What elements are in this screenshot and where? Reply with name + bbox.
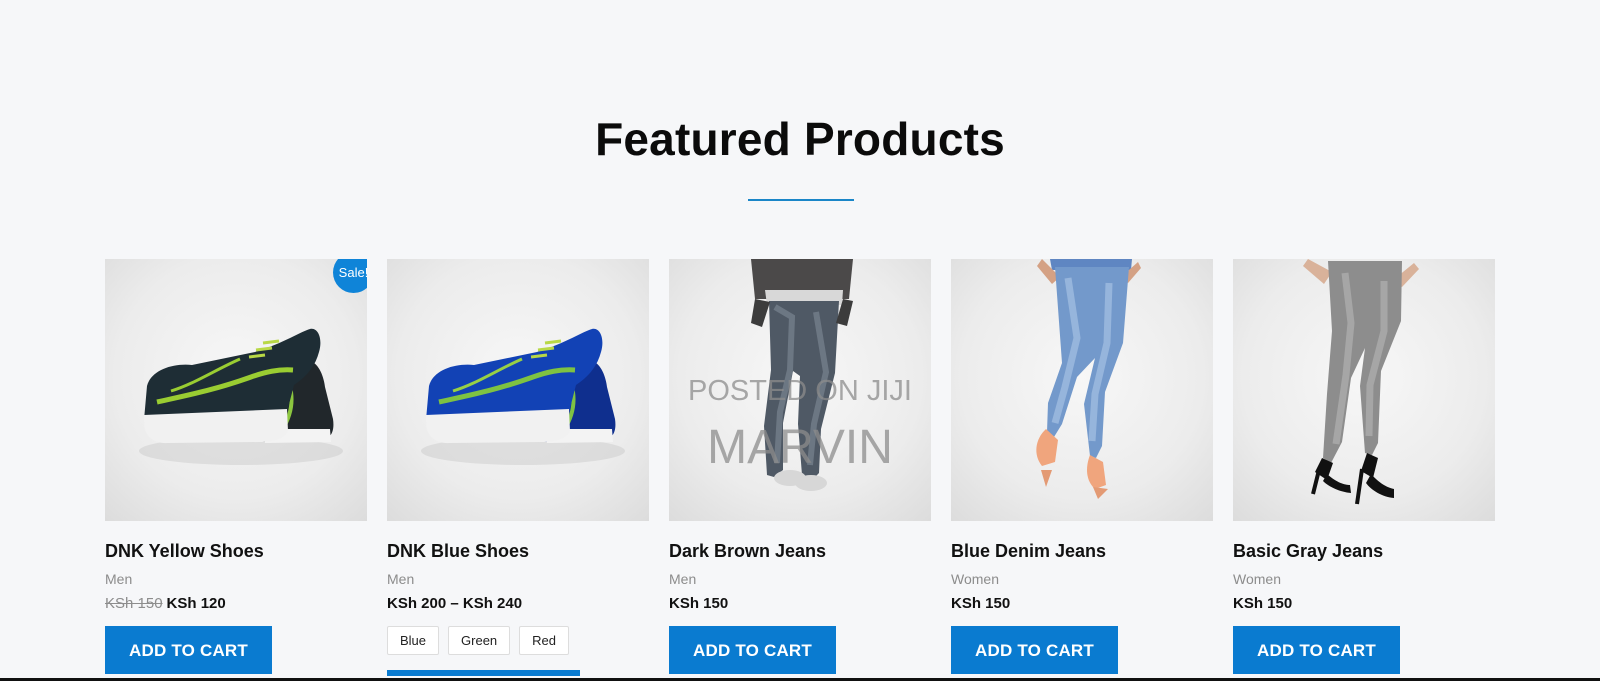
product-image-blue-denim-jeans[interactable] bbox=[951, 259, 1213, 521]
product-price: KSh 200 – KSh 240 bbox=[387, 595, 523, 612]
product-price: KSh 150 bbox=[1233, 595, 1293, 612]
product-card-dnk-blue-shoes: DNK Blue Shoes Men KSh 200 – KSh 240 Blu… bbox=[387, 259, 649, 676]
featured-products-title: Featured Products bbox=[595, 113, 1005, 165]
old-price: KSh 150 bbox=[105, 595, 163, 612]
title-underline bbox=[748, 199, 854, 201]
product-image-basic-gray-jeans[interactable] bbox=[1233, 259, 1495, 521]
product-image-dnk-blue-shoes[interactable] bbox=[387, 259, 649, 521]
jeans-image bbox=[1303, 259, 1419, 505]
shoe-image bbox=[421, 328, 625, 465]
swatch-red[interactable]: Red bbox=[519, 626, 570, 655]
product-name[interactable]: Dark Brown Jeans bbox=[669, 541, 931, 562]
add-to-cart-button[interactable]: ADD TO CART bbox=[951, 626, 1118, 674]
product-card-dnk-yellow-shoes: Sale! DNK Yellow Shoes Men KSh 150 KSh 12… bbox=[105, 259, 367, 674]
product-image-dark-brown-jeans[interactable]: POSTED ON JIJI MARVIN bbox=[669, 259, 931, 521]
product-card-dark-brown-jeans: POSTED ON JIJI MARVIN Dark Brown Jeans M… bbox=[669, 259, 931, 674]
product-category[interactable]: Men bbox=[105, 571, 367, 587]
product-category[interactable]: Men bbox=[669, 571, 931, 587]
product-category[interactable]: Women bbox=[1233, 571, 1495, 587]
shoe-image bbox=[139, 328, 343, 465]
product-price: KSh 150 bbox=[669, 595, 729, 612]
product-category[interactable]: Women bbox=[951, 571, 1213, 587]
watermark-marvin: MARVIN bbox=[707, 421, 893, 474]
add-to-cart-button[interactable]: ADD TO CART bbox=[1233, 626, 1400, 674]
select-options-button[interactable] bbox=[387, 670, 580, 676]
add-to-cart-button[interactable]: ADD TO CART bbox=[669, 626, 836, 674]
product-price: KSh 150 bbox=[951, 595, 1011, 612]
swatch-green[interactable]: Green bbox=[448, 626, 511, 655]
product-image-dnk-yellow-shoes[interactable]: Sale! bbox=[105, 259, 367, 521]
sale-price: KSh 120 bbox=[166, 595, 226, 612]
product-name[interactable]: DNK Blue Shoes bbox=[387, 541, 649, 562]
product-price: KSh 150 KSh 120 bbox=[105, 595, 367, 612]
product-card-basic-gray-jeans: Basic Gray Jeans Women KSh 150 ADD TO CA… bbox=[1233, 259, 1495, 674]
product-name[interactable]: Basic Gray Jeans bbox=[1233, 541, 1495, 562]
product-name[interactable]: Blue Denim Jeans bbox=[951, 541, 1213, 562]
add-to-cart-button[interactable]: ADD TO CART bbox=[105, 626, 272, 674]
product-category[interactable]: Men bbox=[387, 571, 649, 587]
product-card-blue-denim-jeans: Blue Denim Jeans Women KSh 150 ADD TO CA… bbox=[951, 259, 1213, 674]
watermark-posted-on-jiji: POSTED ON JIJI bbox=[688, 375, 912, 407]
swatch-blue[interactable]: Blue bbox=[387, 626, 440, 655]
variant-swatches: Blue Green Red bbox=[387, 626, 649, 655]
product-name[interactable]: DNK Yellow Shoes bbox=[105, 541, 367, 562]
jeans-image bbox=[1036, 259, 1141, 499]
